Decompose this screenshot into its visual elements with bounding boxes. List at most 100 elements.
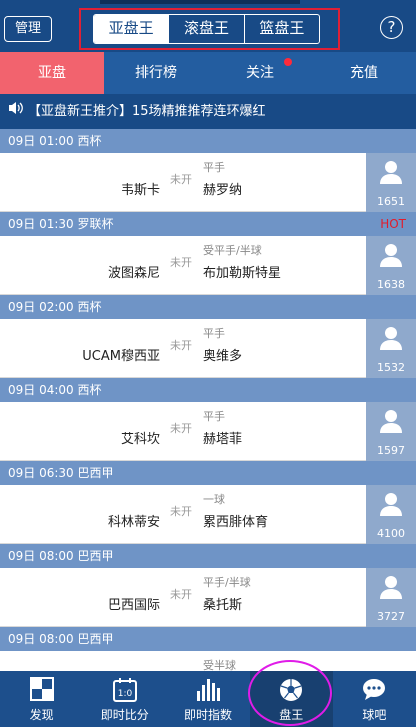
announcement-text: 【亚盘新王推介】15场精推推荐连环爆红	[28, 104, 266, 119]
handicap: 平手	[203, 327, 225, 340]
nav-live-odds-label: 即时指数	[184, 708, 233, 722]
match-item[interactable]: 09日 01:30 罗联杯 HOT 波图森尼 未开 受平手/半球 布加勒斯特星 1…	[0, 212, 416, 295]
nav-discover[interactable]: 发现	[0, 671, 83, 727]
recommend-count-value: 1651	[377, 195, 405, 208]
match-time-league: 09日 02:00 西杯	[8, 300, 102, 314]
match-item[interactable]: 09日 08:00 巴西甲 受半球	[0, 627, 416, 671]
match-header: 09日 01:00 西杯	[0, 129, 416, 153]
manage-button[interactable]: 管理	[4, 16, 52, 42]
home-team: 科林蒂安	[107, 515, 160, 530]
handicap: 受半球	[203, 659, 236, 671]
chat-bubble-icon	[363, 679, 386, 700]
match-body: 受半球	[0, 651, 416, 671]
match-status: 未开	[170, 422, 192, 435]
match-time-league: 09日 01:00 西杯	[8, 134, 102, 148]
match-body: 巴西国际 未开 平手/半球 桑托斯 3727	[0, 568, 416, 627]
segment-asian-king[interactable]: 亚盘王	[94, 15, 169, 43]
help-icon[interactable]: ?	[380, 16, 403, 39]
top-header: 管理 亚盘王 滚盘王 篮盘王 ?	[0, 0, 416, 52]
recommend-count-value: 1597	[377, 444, 405, 457]
home-team: UCAM穆西亚	[82, 349, 160, 364]
home-team: 艾科坎	[120, 432, 160, 447]
match-status: 未开	[170, 173, 192, 186]
match-time-league: 09日 08:00 巴西甲	[8, 549, 114, 563]
away-team: 桑托斯	[203, 598, 243, 613]
recommend-count-value: 3727	[377, 610, 405, 623]
nav-pan-king-label: 盘王	[279, 708, 304, 722]
match-time-league: 09日 04:00 西杯	[8, 383, 102, 397]
nav-live-score-label: 即时比分	[100, 708, 149, 722]
status-strip	[100, 0, 300, 4]
match-item[interactable]: 09日 01:00 西杯 韦斯卡 未开 平手 赫罗纳 1651	[0, 129, 416, 212]
home-team: 波图森尼	[107, 266, 160, 281]
handicap: 平手	[203, 161, 225, 174]
match-body: 艾科坎 未开 平手 赫塔菲 1597	[0, 402, 416, 461]
discover-icon	[29, 677, 54, 701]
tab-ranking[interactable]: 排行榜	[104, 52, 208, 94]
segment-live-king[interactable]: 滚盘王	[168, 15, 243, 43]
match-header: 09日 08:00 巴西甲	[0, 627, 416, 651]
match-header: 09日 08:00 巴西甲	[0, 544, 416, 568]
tab-follow-label: 关注	[246, 65, 274, 81]
tab-recharge[interactable]: 充值	[312, 52, 416, 94]
hot-badge: HOT	[380, 217, 406, 231]
away-team: 布加勒斯特星	[203, 266, 282, 281]
tab-bar: 亚盘 排行榜 关注 充值	[0, 52, 416, 94]
recommend-count[interactable]: 1597	[366, 402, 416, 461]
speaker-icon	[8, 94, 24, 129]
away-team: 赫罗纳	[203, 183, 243, 198]
user-icon	[380, 576, 402, 599]
nav-pan-king[interactable]: 盘王	[249, 671, 333, 727]
match-item[interactable]: 09日 02:00 西杯 UCAM穆西亚 未开 平手 奥维多 1532	[0, 295, 416, 378]
match-status: 未开	[170, 588, 192, 601]
match-item[interactable]: 09日 06:30 巴西甲 科林蒂安 未开 一球 累西腓体育 4100	[0, 461, 416, 544]
match-header: 09日 04:00 西杯	[0, 378, 416, 402]
match-list: 09日 01:00 西杯 韦斯卡 未开 平手 赫罗纳 1651 09日 01:3…	[0, 129, 416, 671]
user-icon	[380, 161, 402, 184]
recommend-count[interactable]: 1532	[366, 319, 416, 378]
segment-basketball-king[interactable]: 篮盘王	[243, 15, 319, 43]
tab-asian[interactable]: 亚盘	[0, 52, 104, 94]
nav-live-score[interactable]: 1:0 即时比分	[83, 671, 166, 727]
user-icon	[380, 244, 402, 267]
away-team: 奥维多	[203, 349, 243, 364]
match-time-league: 09日 08:00 巴西甲	[8, 632, 114, 646]
home-team: 韦斯卡	[120, 183, 160, 198]
handicap: 平手/半球	[203, 576, 251, 589]
bar-chart-icon	[197, 679, 220, 701]
nav-forum[interactable]: 球吧	[333, 671, 416, 727]
match-item[interactable]: 09日 04:00 西杯 艾科坎 未开 平手 赫塔菲 1597	[0, 378, 416, 461]
handicap: 受平手/半球	[203, 244, 262, 257]
recommend-count[interactable]: 3727	[366, 568, 416, 627]
user-icon	[380, 493, 402, 516]
recommend-count[interactable]: 1651	[366, 153, 416, 212]
announcement-bar[interactable]: 【亚盘新王推介】15场精推推荐连环爆红	[0, 94, 416, 129]
match-header: 09日 06:30 巴西甲	[0, 461, 416, 485]
away-team: 赫塔菲	[203, 432, 243, 447]
home-team: 巴西国际	[107, 598, 160, 613]
bottom-nav: 发现 1:0 即时比分 即时指数 盘王 球吧	[0, 671, 416, 727]
match-time-league: 09日 01:30 罗联杯	[8, 217, 114, 231]
nav-live-odds[interactable]: 即时指数	[166, 671, 249, 727]
nav-discover-label: 发现	[29, 708, 54, 722]
match-status: 未开	[170, 256, 192, 269]
recommend-count-value: 1532	[377, 361, 405, 374]
away-team: 累西腓体育	[203, 515, 269, 530]
recommend-count[interactable]: 1638	[366, 236, 416, 295]
user-icon	[380, 410, 402, 433]
match-item[interactable]: 09日 08:00 巴西甲 巴西国际 未开 平手/半球 桑托斯 3727	[0, 544, 416, 627]
recommend-count-value: 4100	[377, 527, 405, 540]
handicap: 平手	[203, 410, 225, 423]
match-body: 韦斯卡 未开 平手 赫罗纳 1651	[0, 153, 416, 212]
match-status: 未开	[170, 505, 192, 518]
tab-follow[interactable]: 关注	[208, 52, 312, 94]
segment-control: 亚盘王 滚盘王 篮盘王	[93, 14, 320, 44]
user-icon	[380, 327, 402, 350]
scoreboard-icon: 1:0	[112, 678, 137, 702]
match-body: UCAM穆西亚 未开 平手 奥维多 1532	[0, 319, 416, 378]
recommend-count[interactable]: 4100	[366, 485, 416, 544]
match-header: 09日 02:00 西杯	[0, 295, 416, 319]
recommend-count-value: 1638	[377, 278, 405, 291]
match-body: 科林蒂安 未开 一球 累西腓体育 4100	[0, 485, 416, 544]
handicap: 一球	[203, 493, 225, 506]
